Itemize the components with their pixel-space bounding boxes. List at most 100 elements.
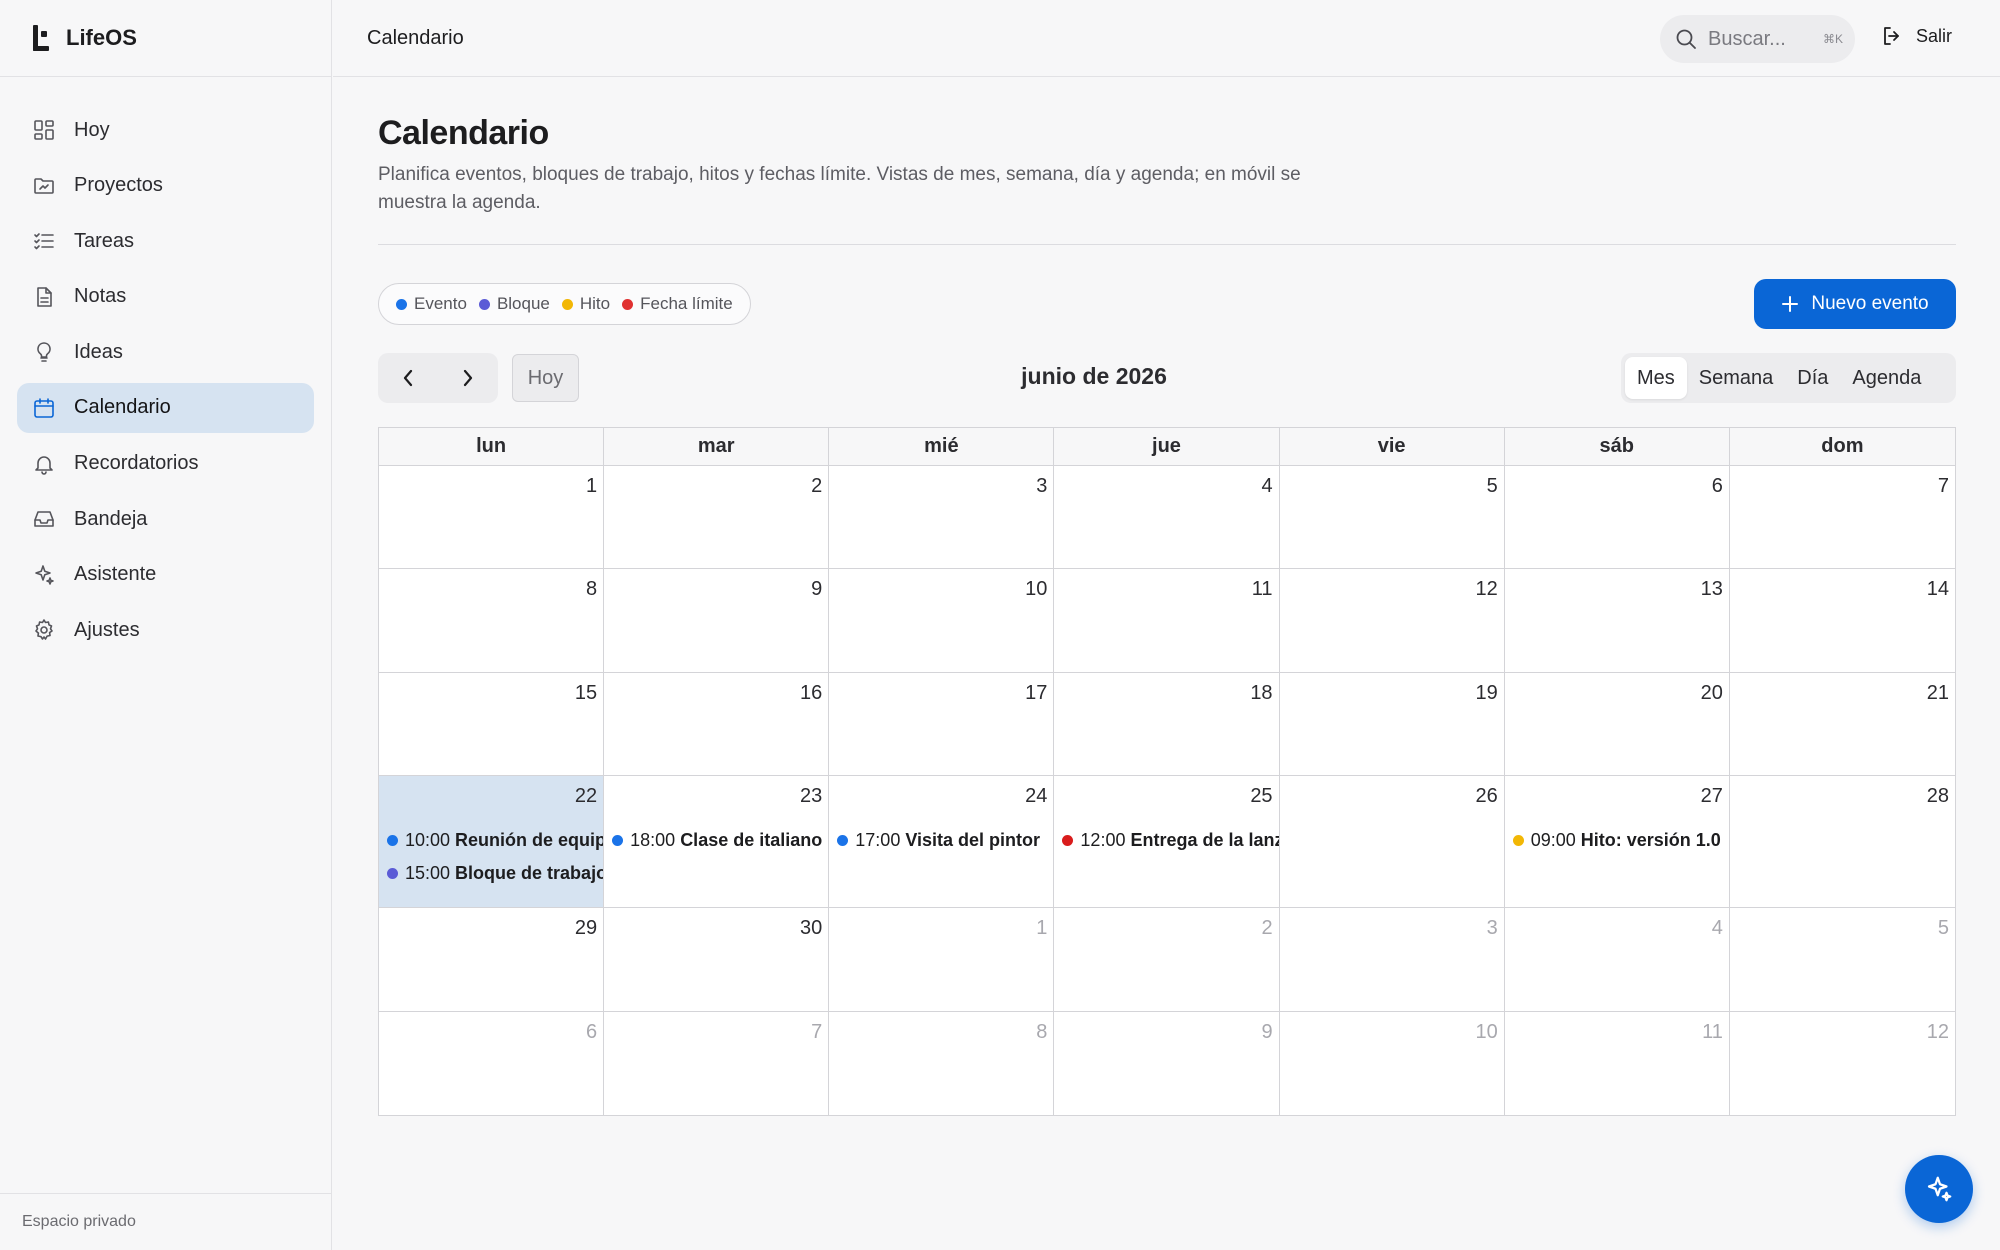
calendar-event[interactable]: 18:00 Clase de italiano	[612, 824, 828, 857]
calendar-day[interactable]: 10	[1279, 1012, 1505, 1115]
calendar-day[interactable]: 15	[379, 673, 605, 775]
logout-label: Salir	[1916, 25, 1953, 46]
view-agenda[interactable]: Agenda	[1840, 357, 1933, 399]
calendar-day[interactable]: 9	[604, 569, 830, 672]
calendar-week: 1 2 3 4 5 6 7	[379, 466, 1955, 569]
calendar-day[interactable]: 10	[829, 569, 1055, 672]
day-number: 12	[1475, 578, 1498, 600]
event-time: 18:00	[630, 830, 676, 850]
calendar-day[interactable]: 5	[1279, 466, 1505, 568]
calendar-day[interactable]: 18	[1054, 673, 1280, 775]
calendar-day[interactable]: 21	[1729, 673, 1955, 775]
divider	[378, 244, 1956, 245]
search-input[interactable]	[1708, 27, 1813, 51]
view-semana[interactable]: Semana	[1687, 357, 1786, 399]
calendar-day[interactable]: 11	[1504, 1012, 1730, 1115]
calendar-week: 15 16 17 18 19 20 21	[379, 673, 1955, 776]
calendar-day[interactable]: 2	[1054, 908, 1280, 1011]
logout-button[interactable]: Salir	[1880, 24, 1952, 48]
calendar-day[interactable]: 7	[604, 1012, 830, 1115]
calendar-day[interactable]: 12	[1729, 1012, 1955, 1115]
calendar-day[interactable]: 7	[1729, 466, 1955, 568]
calendar-body: 1 2 3 4 5 6 7 8 9 10 11 12 13 14 15 16 17 18 19 20 21 22 10:00…	[379, 466, 1955, 1115]
sidebar-item-label: Ajustes	[74, 618, 140, 641]
calendar-day[interactable]: 13	[1504, 569, 1730, 672]
calendar-day[interactable]: 4	[1054, 466, 1280, 568]
calendar-day[interactable]: 23 18:00 Clase de italiano	[604, 776, 830, 907]
sidebar-item-ajustes[interactable]: Ajustes	[17, 605, 314, 655]
weekday-label: lun	[379, 428, 605, 465]
sidebar-item-label: Hoy	[74, 118, 110, 141]
calendar-day[interactable]: 12	[1279, 569, 1505, 672]
calendar-day[interactable]: 29	[379, 908, 605, 1011]
legend: Evento Bloque Hito Fecha límite	[378, 283, 751, 325]
calendar-day[interactable]: 17	[829, 673, 1055, 775]
day-number: 15	[574, 682, 598, 704]
calendar-day[interactable]: 16	[604, 673, 830, 775]
brand[interactable]: LifeOS	[0, 0, 331, 77]
calendar-day[interactable]: 11	[1054, 569, 1280, 672]
day-number: 7	[1937, 475, 1949, 497]
calendar-week: 22 10:00 Reunión de equipo 15:00 Bloque de t…	[379, 776, 1955, 908]
sidebar-item-bandeja[interactable]: Bandeja	[17, 494, 314, 544]
page-description: Planifica eventos, bloques de trabajo, h…	[378, 164, 1301, 213]
assistant-fab[interactable]	[1905, 1155, 1973, 1223]
day-number: 1	[1036, 917, 1048, 939]
calendar-day[interactable]: 28	[1729, 776, 1955, 907]
calendar-day[interactable]: 9	[1054, 1012, 1280, 1115]
calendar-event[interactable]: 15:00 Bloque de trabajo	[387, 857, 603, 890]
day-number: 8	[1036, 1021, 1048, 1043]
calendar-day[interactable]: 20	[1504, 673, 1730, 775]
sidebar-item-hoy[interactable]: Hoy	[17, 105, 314, 155]
workspace-label[interactable]: Espacio privado	[0, 1193, 331, 1250]
calendar-day[interactable]: 5	[1729, 908, 1955, 1011]
sidebar-item-calendario[interactable]: Calendario	[17, 382, 314, 433]
sidebar-item-tareas[interactable]: Tareas	[17, 216, 314, 266]
calendar-day[interactable]: 3	[1279, 908, 1505, 1011]
day-number: 3	[1486, 917, 1498, 939]
new-event-button[interactable]: Nuevo evento	[1754, 279, 1956, 329]
calendar-day[interactable]: 24 17:00 Visita del pintor	[829, 776, 1055, 907]
sidebar-item-proyectos[interactable]: Proyectos	[17, 161, 314, 211]
event-dot	[387, 868, 398, 879]
calendar-day-today[interactable]: 22 10:00 Reunión de equipo 15:00 Bloque de t…	[379, 776, 605, 907]
calendar-day[interactable]: 2	[604, 466, 830, 568]
day-number: 7	[811, 1021, 823, 1043]
calendar-day[interactable]: 4	[1504, 908, 1730, 1011]
calendar-day[interactable]: 19	[1279, 673, 1505, 775]
day-number: 2	[1261, 917, 1273, 939]
day-number: 3	[1036, 475, 1048, 497]
view-mes[interactable]: Mes	[1625, 357, 1687, 399]
sidebar-item-notas[interactable]: Notas	[17, 272, 314, 322]
calendar-day[interactable]: 26	[1279, 776, 1505, 907]
event-time: 12:00	[1080, 830, 1126, 850]
event-title: Reunión de equipo	[455, 830, 605, 850]
calendar-day[interactable]: 25 12:00Entrega de la lanzadera	[1054, 776, 1280, 907]
calendar-week: 6 7 8 9 10 11 12	[379, 1012, 1955, 1115]
sidebar-item-label: Tareas	[74, 229, 135, 252]
view-día[interactable]: Día	[1785, 357, 1840, 399]
sidebar-item-recordatorios[interactable]: Recordatorios	[17, 439, 314, 489]
calendar-day[interactable]: 6	[1504, 466, 1730, 568]
calendar-day[interactable]: 6	[379, 1012, 605, 1115]
sidebar-item-asistente[interactable]: Asistente	[17, 550, 314, 600]
calendar-week: 8 9 10 11 12 13 14	[379, 569, 1955, 673]
sidebar-item-ideas[interactable]: Ideas	[17, 327, 314, 377]
calendar-day[interactable]: 30	[604, 908, 830, 1011]
day-number: 6	[1711, 475, 1723, 497]
search-box[interactable]: ⌘K	[1660, 15, 1855, 63]
calendar-day[interactable]: 1	[379, 466, 605, 568]
calendar-day[interactable]: 3	[829, 466, 1055, 568]
calendar-event[interactable]: 10:00 Reunión de equipo	[387, 824, 603, 857]
calendar-day[interactable]: 14	[1729, 569, 1955, 672]
calendar-day[interactable]: 27 09:00 Hito: versión 1.0	[1504, 776, 1730, 907]
sidebar-nav: Hoy Proyectos Tareas Notas Ideas Calendario Re…	[0, 77, 331, 655]
calendar-event[interactable]: 17:00 Visita del pintor	[837, 824, 1053, 857]
calendar-event[interactable]: 12:00Entrega de la lanzadera	[1062, 824, 1279, 857]
calendar-day[interactable]: 8	[829, 1012, 1055, 1115]
day-number: 4	[1261, 475, 1273, 497]
calendar-day[interactable]: 1	[829, 908, 1055, 1011]
calendar-day[interactable]: 8	[379, 569, 605, 672]
calendar-event[interactable]: 09:00 Hito: versión 1.0	[1512, 824, 1729, 857]
day-number: 27	[1700, 785, 1723, 807]
